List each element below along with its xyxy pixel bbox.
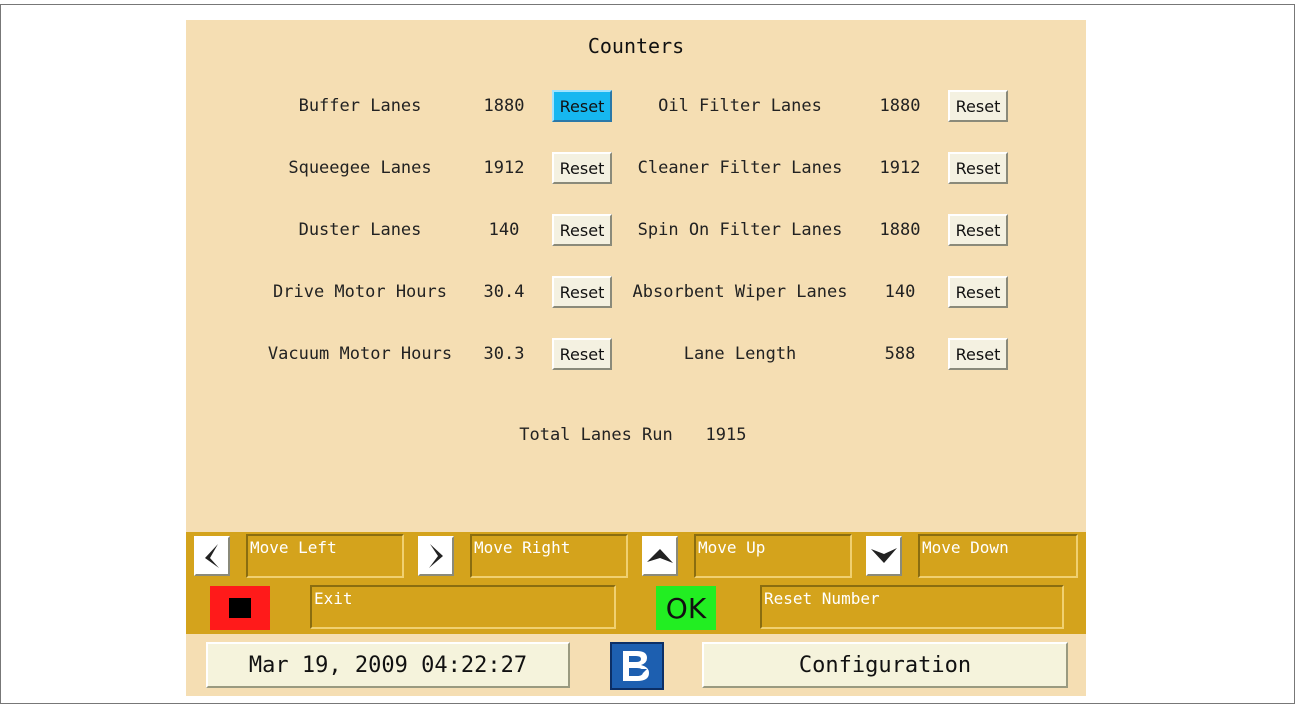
move-right-command[interactable]: Move Right xyxy=(470,534,628,578)
counter-value-drive-motor-hours: 30.4 xyxy=(483,282,525,302)
reset-button-vacuum-motor-hours[interactable]: Reset xyxy=(552,338,612,370)
move-down-key[interactable] xyxy=(866,536,902,576)
move-left-key[interactable] xyxy=(194,536,230,576)
reset-button-buffer-lanes[interactable]: Reset xyxy=(552,90,612,122)
arrow-up-icon xyxy=(647,549,673,563)
datetime-display: Mar 19, 2009 04:22:27 xyxy=(206,642,570,688)
move-down-command[interactable]: Move Down xyxy=(918,534,1078,578)
counter-label-lane-length: Lane Length xyxy=(683,344,797,364)
exit-key[interactable] xyxy=(210,586,270,630)
logo-mark xyxy=(623,651,649,681)
counter-label-duster-lanes: Duster Lanes xyxy=(298,220,422,240)
counter-label-buffer-lanes: Buffer Lanes xyxy=(298,96,422,116)
counters-panel: Counters Buffer Lanes 1880 Reset Squeege… xyxy=(186,20,1086,696)
counter-value-absorbent-wiper-lanes: 140 xyxy=(884,282,916,302)
arrow-left-icon xyxy=(205,544,219,568)
arrow-right-icon xyxy=(429,544,443,568)
counter-label-cleaner-filter-lanes: Cleaner Filter Lanes xyxy=(637,158,843,178)
brand-logo-icon[interactable] xyxy=(610,642,664,690)
total-lanes-label: Total Lanes Run xyxy=(519,425,673,445)
move-left-command[interactable]: Move Left xyxy=(246,534,404,578)
counter-value-buffer-lanes: 1880 xyxy=(483,96,525,116)
reset-button-drive-motor-hours[interactable]: Reset xyxy=(552,276,612,308)
counter-label-vacuum-motor-hours: Vacuum Motor Hours xyxy=(267,344,453,364)
arrow-down-icon xyxy=(871,548,897,563)
counter-value-duster-lanes: 140 xyxy=(488,220,520,240)
total-lanes-value: 1915 xyxy=(705,425,747,445)
reset-button-duster-lanes[interactable]: Reset xyxy=(552,214,612,246)
reset-button-squeegee-lanes[interactable]: Reset xyxy=(552,152,612,184)
reset-button-cleaner-filter-lanes[interactable]: Reset xyxy=(948,152,1008,184)
reset-button-lane-length[interactable]: Reset xyxy=(948,338,1008,370)
counter-value-lane-length: 588 xyxy=(884,344,916,364)
move-up-key[interactable] xyxy=(642,536,678,576)
exit-command[interactable]: Exit xyxy=(310,585,616,629)
counter-label-spin-on-filter-lanes: Spin On Filter Lanes xyxy=(637,220,843,240)
counter-label-absorbent-wiper-lanes: Absorbent Wiper Lanes xyxy=(632,282,848,302)
counter-value-squeegee-lanes: 1912 xyxy=(483,158,525,178)
counter-label-oil-filter-lanes: Oil Filter Lanes xyxy=(658,96,822,116)
page-title: Counters xyxy=(587,34,685,58)
move-right-key[interactable] xyxy=(418,536,454,576)
counter-value-spin-on-filter-lanes: 1880 xyxy=(879,220,921,240)
counter-value-vacuum-motor-hours: 30.3 xyxy=(483,344,525,364)
stop-square-icon xyxy=(229,598,251,618)
reset-button-absorbent-wiper-lanes[interactable]: Reset xyxy=(948,276,1008,308)
ok-key[interactable]: OK xyxy=(656,586,716,630)
counter-value-oil-filter-lanes: 1880 xyxy=(879,96,921,116)
reset-number-command[interactable]: Reset Number xyxy=(760,585,1064,629)
counter-label-squeegee-lanes: Squeegee Lanes xyxy=(288,158,432,178)
counter-label-drive-motor-hours: Drive Motor Hours xyxy=(273,282,447,302)
reset-button-spin-on-filter-lanes[interactable]: Reset xyxy=(948,214,1008,246)
counter-value-cleaner-filter-lanes: 1912 xyxy=(879,158,921,178)
configuration-button[interactable]: Configuration xyxy=(702,642,1068,688)
move-up-command[interactable]: Move Up xyxy=(694,534,852,578)
reset-button-oil-filter-lanes[interactable]: Reset xyxy=(948,90,1008,122)
